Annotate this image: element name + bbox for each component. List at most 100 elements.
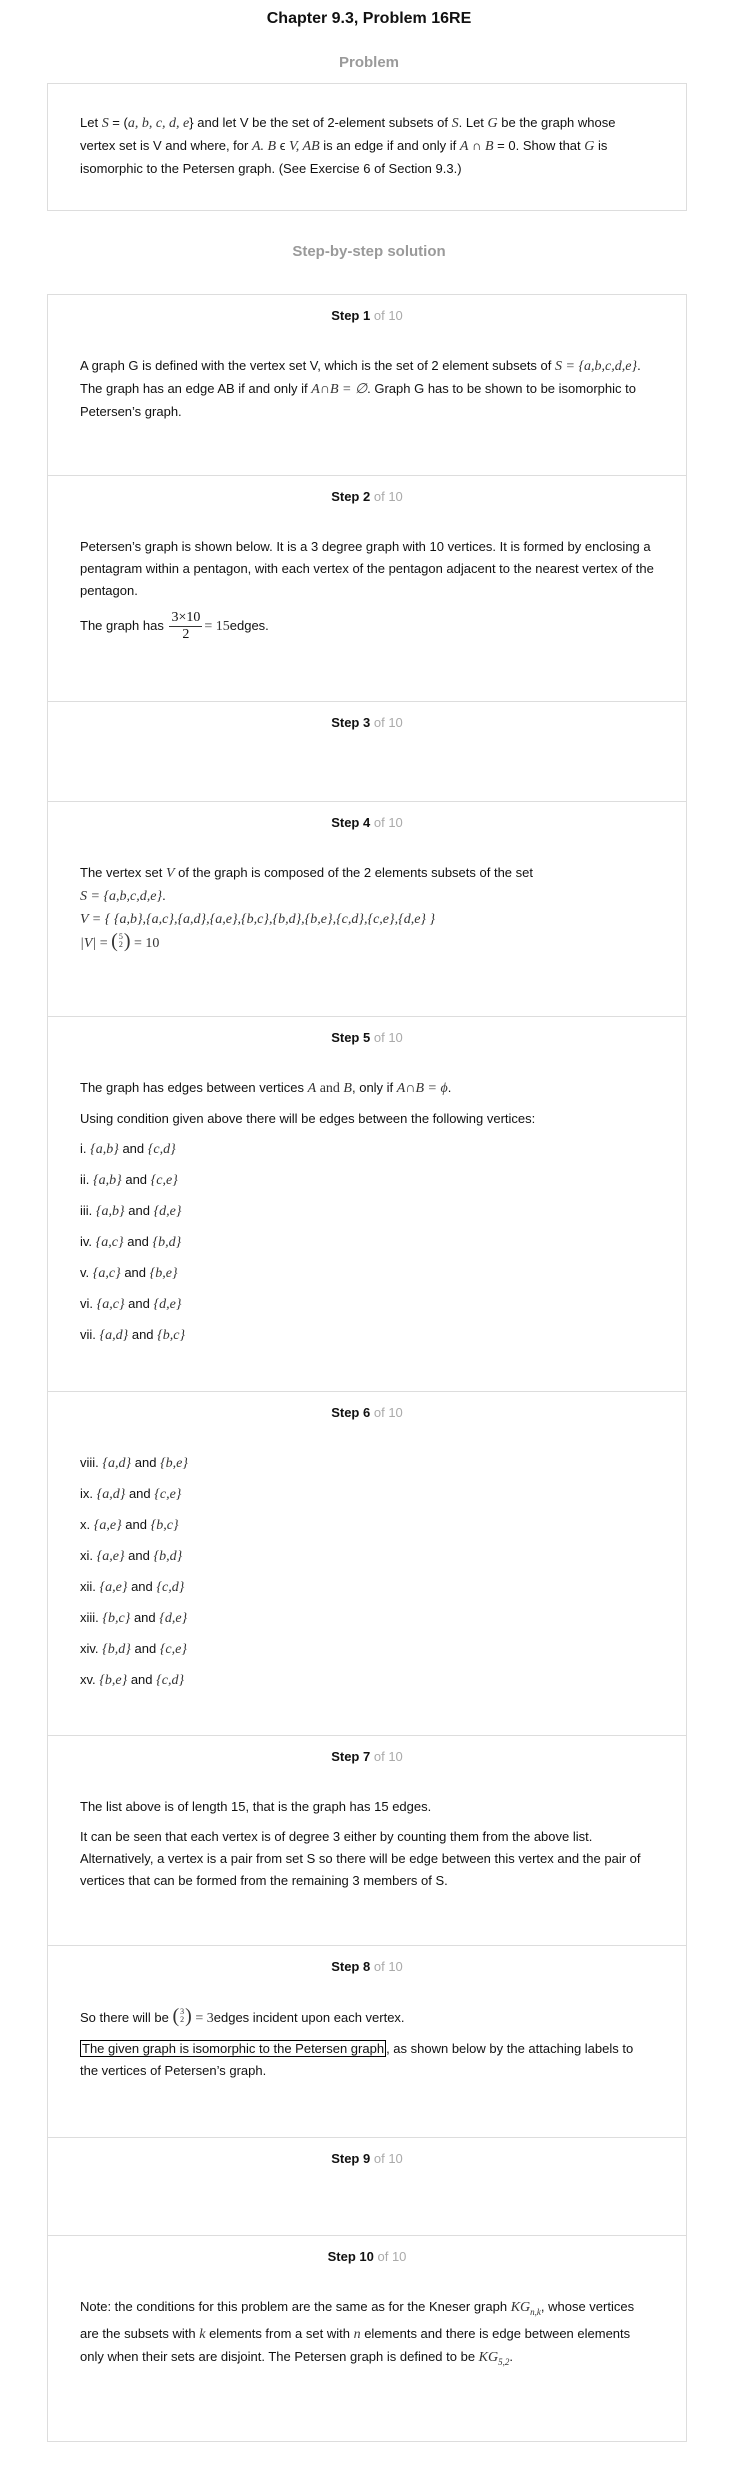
step-label: Step 3 of 10: [80, 713, 654, 733]
math-symbol: n: [353, 2326, 361, 2342]
step-10: Step 10 of 10 Note: the conditions for th…: [48, 2235, 686, 2441]
paragraph: Using condition given above there will b…: [80, 1108, 654, 1130]
step-5: Step 5 of 10 The graph has edges between …: [48, 1016, 686, 1391]
step-word: Step: [327, 2249, 356, 2264]
step-number: 9: [363, 2151, 371, 2166]
math-expression: A. B: [252, 139, 276, 154]
vertex-set: {a,e}: [93, 1518, 122, 1533]
math-expression: = 3: [191, 2011, 214, 2026]
and-word: and: [130, 1672, 153, 1687]
edge-list-item: xi. {a,e} and {b,d}: [80, 1545, 654, 1568]
vertex-set: {a,e}: [99, 1580, 128, 1595]
math-expression: KGn,k: [510, 2300, 541, 2317]
vertex-set: {c,e}: [150, 1173, 178, 1188]
vertex-set: {a,e}: [96, 1549, 125, 1564]
vertex-set: {d,e}: [153, 1204, 182, 1219]
math-symbol: S = {a,b,c,d,e}: [555, 359, 638, 374]
and-word: and: [131, 1579, 153, 1594]
step-number: 3: [363, 715, 371, 730]
vertex-set: {a,c}: [92, 1266, 121, 1281]
text-segment: Petersen’s graph is shown below. It is a…: [80, 539, 654, 598]
list-numeral: v.: [80, 1265, 90, 1280]
step-number: 4: [363, 815, 371, 830]
step-total: of 10: [373, 1030, 403, 1045]
step-label: Step 2 of 10: [80, 487, 654, 507]
step-word: Step: [331, 715, 360, 730]
step-label: Step 9 of 10: [80, 2149, 654, 2169]
vertex-set: {b,c}: [102, 1611, 131, 1626]
vertex-set: {b,c}: [150, 1518, 179, 1533]
paragraph: A graph G is defined with the vertex set…: [80, 355, 654, 423]
text-segment: Let: [80, 115, 102, 130]
step-label: Step 1 of 10: [80, 306, 654, 326]
step-content: Note: the conditions for this problem ar…: [80, 2296, 654, 2373]
math-subscript: n,k: [530, 2306, 541, 2317]
list-numeral: ix.: [80, 1486, 93, 1501]
solution-steps: Step 1 of 10 A graph G is defined with th…: [47, 294, 687, 2442]
step-word: Step: [331, 489, 360, 504]
math-expression: |V|: [80, 936, 96, 951]
paren-left: (: [172, 2005, 180, 2027]
and-word: and: [125, 1172, 148, 1187]
list-numeral: xii.: [80, 1579, 96, 1594]
step-9: Step 9 of 10: [48, 2137, 686, 2235]
paren-right: ): [123, 930, 131, 952]
list-numeral: viii.: [80, 1455, 99, 1470]
math-expression: S: [102, 116, 109, 131]
step-number: 6: [363, 1405, 371, 1420]
edge-list-item: v. {a,c} and {b,e}: [80, 1262, 654, 1285]
text-segment: The vertex set: [80, 865, 166, 880]
math-expression: and: [316, 1081, 344, 1096]
edge-list-item: vi. {a,c} and {d,e}: [80, 1293, 654, 1316]
edge-list-item: xiii. {b,c} and {d,e}: [80, 1607, 654, 1630]
and-word: and: [124, 1265, 147, 1280]
step-2: Step 2 of 10 Petersen’s graph is shown be…: [48, 475, 686, 701]
edge-list-item: iv. {a,c} and {b,d}: [80, 1231, 654, 1254]
list-numeral: xi.: [80, 1548, 93, 1563]
vertex-set: {d,e}: [159, 1611, 188, 1626]
and-word: and: [133, 1610, 156, 1625]
step-word: Step: [331, 1030, 360, 1045]
text-segment: } and let V be the set of 2-element subs…: [189, 115, 452, 130]
edge-list-item: xv. {b,e} and {c,d}: [80, 1669, 654, 1692]
vertex-set: {c,d}: [156, 1673, 185, 1688]
vertex-set: {a,d}: [96, 1487, 126, 1502]
step-label: Step 5 of 10: [80, 1028, 654, 1048]
and-word: and: [134, 1641, 157, 1656]
text-segment: It can be seen that each vertex is of de…: [80, 1829, 641, 1888]
math-subscript: 5,2: [498, 2356, 510, 2367]
text-segment: , only if: [351, 1080, 397, 1095]
step-content: A graph G is defined with the vertex set…: [80, 355, 654, 423]
edge-list-item: i. {a,b} and {c,d}: [80, 1138, 654, 1161]
paragraph: Petersen’s graph is shown below. It is a…: [80, 536, 654, 602]
text-segment: .: [509, 2348, 513, 2364]
math-symbol: KG: [510, 2300, 531, 2315]
list-numeral: ii.: [80, 1172, 90, 1187]
list-numeral: x.: [80, 1517, 91, 1532]
step-content: So there will be (3 2) = 3edges incident …: [80, 2006, 654, 2082]
and-word: and: [128, 1486, 151, 1501]
text-segment: = 0. Show that: [493, 138, 585, 153]
math-symbol: V: [165, 866, 175, 881]
step-word: Step: [331, 308, 360, 323]
step-total: of 10: [373, 1959, 403, 1974]
step-number: 2: [363, 489, 371, 504]
step-label: Step 8 of 10: [80, 1957, 654, 1977]
math-expression: V = { {a,b},{a,c},{a,d},{a,e},{b,c},{b,d…: [80, 912, 435, 927]
vertex-set: {b,d}: [102, 1642, 131, 1657]
text-segment: = (: [108, 115, 128, 130]
math-expression: = 15: [204, 618, 230, 634]
paragraph: The given graph is isomorphic to the Pet…: [80, 2038, 654, 2082]
text-segment: edges.: [229, 617, 269, 633]
page-title: Chapter 9.3, Problem 16RE: [266, 10, 472, 27]
paragraph: The list above is of length 15, that is …: [80, 1796, 654, 1818]
math-symbol: KG: [478, 2349, 499, 2365]
math-expression: = 10: [130, 936, 160, 951]
text-segment: So there will be: [80, 2010, 173, 2025]
edge-list-item: iii. {a,b} and {d,e}: [80, 1200, 654, 1223]
list-numeral: xv.: [80, 1672, 96, 1687]
step-8: Step 8 of 10 So there will be (3 2) = 3edg…: [48, 1945, 686, 2137]
math-symbol: S: [101, 116, 109, 131]
step-number: 5: [363, 1030, 371, 1045]
vertex-set: {a,c}: [95, 1235, 124, 1250]
